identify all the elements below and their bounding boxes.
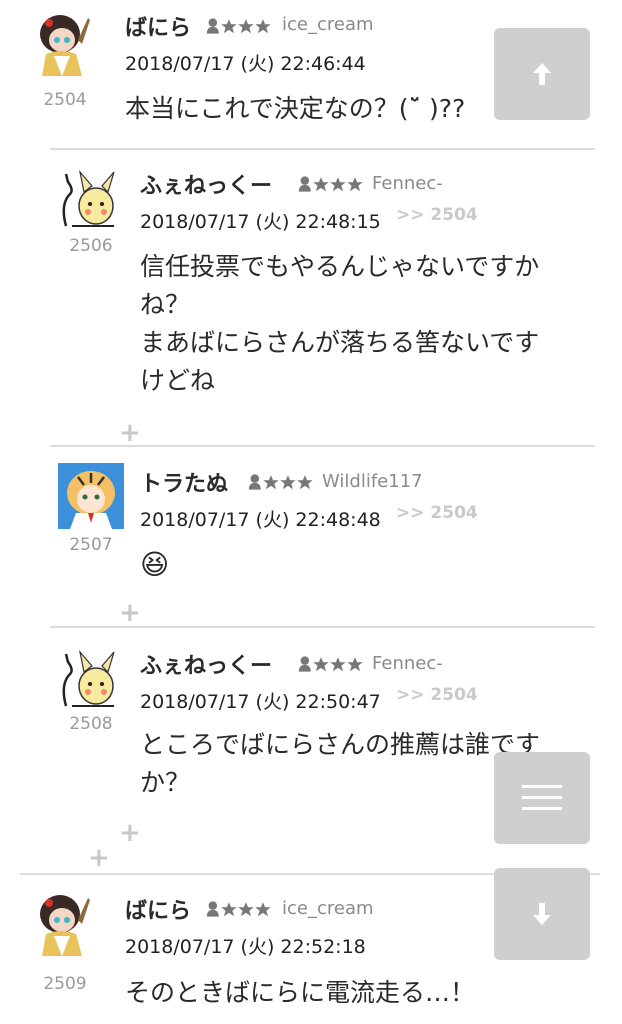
plus-icon[interactable]: + xyxy=(119,600,141,626)
username: トラたぬ xyxy=(140,472,229,497)
post-body-line: ね？ xyxy=(140,290,191,319)
tiger-avatar[interactable] xyxy=(58,463,124,529)
post-datetime: 2018/07/17 (火) 22:46:44 xyxy=(125,53,366,75)
post-datetime: 2018/07/17 (火) 22:50:47 xyxy=(140,691,381,713)
post-body: そのときばにらに電流走る…！ xyxy=(125,974,525,1012)
post-body-line: けどね xyxy=(140,366,216,395)
plus-icon[interactable]: + xyxy=(119,420,141,446)
rank-stars-icon xyxy=(298,654,366,674)
rank-stars-icon xyxy=(298,174,366,194)
post-body-line: まあばにらさんが落ちる筈ないです xyxy=(140,328,540,357)
user-id[interactable]: ice_cream xyxy=(282,14,374,35)
post-datetime: 2018/07/17 (火) 22:52:18 xyxy=(125,936,366,958)
divider xyxy=(50,148,595,150)
laughing-emoji: 😆 xyxy=(140,548,170,581)
username: ふぇねっくー xyxy=(140,654,273,679)
post-body-line: そのときばにらに電流走る…！ xyxy=(125,978,476,1007)
post-number[interactable]: 2508 xyxy=(58,714,124,734)
rank-stars-icon xyxy=(206,899,274,919)
fennec-avatar[interactable] xyxy=(58,164,124,230)
post-datetime: 2018/07/17 (火) 22:48:15 xyxy=(140,211,381,233)
hamburger-menu-icon xyxy=(522,783,562,813)
scroll-down-button[interactable] xyxy=(494,868,590,960)
user-id[interactable]: Fennec- xyxy=(372,653,443,674)
arrow-up-icon xyxy=(531,61,553,87)
user-id[interactable]: Wildlife117 xyxy=(322,471,423,492)
username: ばにら xyxy=(125,16,192,41)
rank-stars-icon xyxy=(206,16,274,36)
fennec-avatar[interactable] xyxy=(58,644,124,710)
username: ばにら xyxy=(125,899,192,924)
post-datetime: 2018/07/17 (火) 22:48:48 xyxy=(140,509,381,531)
post-body-line: 信任投票でもやるんじゃないですか xyxy=(140,252,540,281)
rank-stars-icon xyxy=(248,472,316,492)
divider xyxy=(50,626,595,628)
divider xyxy=(50,445,595,447)
plus-icon[interactable]: + xyxy=(119,820,141,846)
reply-link[interactable]: >> 2504 xyxy=(396,685,478,705)
vanilla-avatar[interactable] xyxy=(32,890,98,956)
username: ふぇねっくー xyxy=(140,174,273,199)
post-body-line: 本当にこれで決定なの？(ˇ̈ )?? xyxy=(125,94,466,123)
menu-button[interactable] xyxy=(494,752,590,844)
post-body: 本当にこれで決定なの？(ˇ̈ )?? xyxy=(125,90,495,128)
user-id[interactable]: ice_cream xyxy=(282,898,374,919)
post-number[interactable]: 2506 xyxy=(58,236,124,256)
post-body: 信任投票でもやるんじゃないですか ね？ まあばにらさんが落ちる筈ないです けどね xyxy=(140,248,590,400)
post-number[interactable]: 2504 xyxy=(32,90,98,110)
post-number[interactable]: 2507 xyxy=(58,535,124,555)
reply-link[interactable]: >> 2504 xyxy=(396,503,478,523)
arrow-down-icon xyxy=(531,901,553,927)
plus-icon[interactable]: + xyxy=(88,845,110,871)
reply-link[interactable]: >> 2504 xyxy=(396,205,478,225)
post-number[interactable]: 2509 xyxy=(32,974,98,994)
user-id[interactable]: Fennec- xyxy=(372,173,443,194)
vanilla-avatar[interactable] xyxy=(32,10,98,76)
scroll-up-button[interactable] xyxy=(494,28,590,120)
